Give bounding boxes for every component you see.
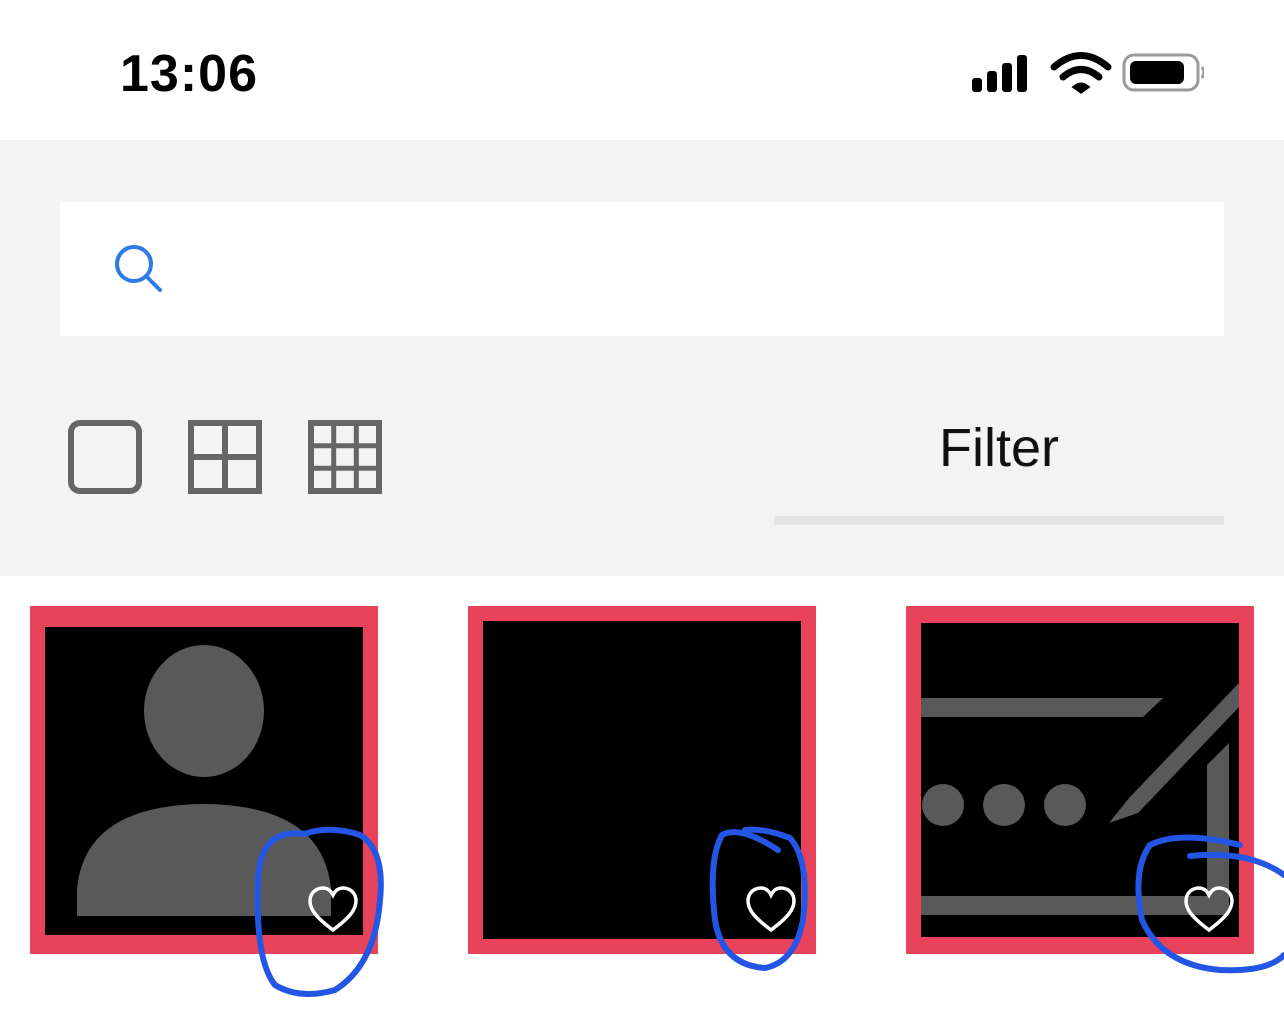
search-icon <box>115 245 162 292</box>
filter-label: Filter <box>939 418 1059 478</box>
grid-3x3-view-button[interactable] <box>308 420 382 494</box>
heart-icon[interactable] <box>1183 886 1235 934</box>
grid-3x3-icon <box>308 420 382 494</box>
battery-icon <box>1122 53 1206 92</box>
filter-tab[interactable]: Filter <box>774 395 1224 525</box>
single-square-icon <box>68 420 142 494</box>
status-bar: 13:06 <box>0 0 1284 140</box>
status-time: 13:06 <box>120 45 258 103</box>
grid-2x2-icon <box>188 420 262 494</box>
cellular-signal-icon <box>972 55 1027 92</box>
grid-2x2-view-button[interactable] <box>188 420 262 494</box>
tile-1[interactable] <box>30 606 378 954</box>
heart-icon[interactable] <box>745 886 797 934</box>
tile-3[interactable] <box>906 606 1254 954</box>
status-icons <box>964 50 1206 96</box>
single-view-button[interactable] <box>68 420 142 494</box>
search-box[interactable] <box>60 202 1224 336</box>
search-input[interactable] <box>190 232 1194 308</box>
toolbar-area: Filter <box>0 140 1284 576</box>
tile-2[interactable] <box>468 606 816 954</box>
wifi-icon <box>1050 52 1112 94</box>
heart-icon[interactable] <box>307 886 359 934</box>
filter-underline <box>774 516 1224 525</box>
